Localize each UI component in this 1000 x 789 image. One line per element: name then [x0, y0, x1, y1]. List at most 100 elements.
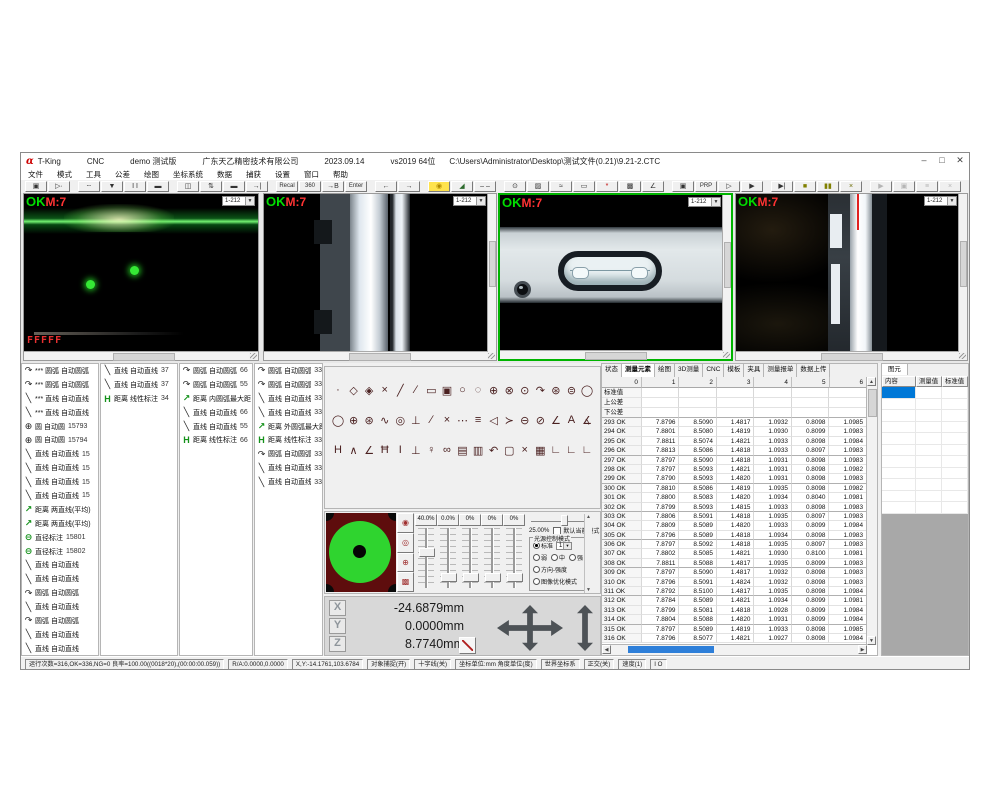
toolbar-button[interactable]: ▼ — [101, 181, 123, 192]
results-tab-数据上传[interactable]: 数据上传 — [797, 364, 830, 377]
light-slider[interactable]: 0.0% — [437, 514, 459, 593]
table-cell[interactable]: 7.8784 — [642, 596, 680, 605]
table-cell[interactable] — [792, 388, 830, 398]
table-cell[interactable]: 8.5093 — [679, 503, 717, 512]
feature-list-item[interactable]: ╲直线 自动直线37 — [101, 364, 177, 378]
table-cell[interactable]: 1.0981 — [829, 549, 867, 558]
table-cell[interactable]: 1.0932 — [754, 578, 792, 587]
table-cell[interactable]: 1.0933 — [754, 437, 792, 446]
toolbar-button[interactable]: ▣ — [672, 181, 694, 192]
measure-tool-icon[interactable]: ○ — [456, 384, 470, 397]
table-cell[interactable]: 1.0935 — [754, 587, 792, 596]
table-cell[interactable]: 1.4818 — [717, 531, 755, 540]
table-cell[interactable]: 0.8098 — [792, 578, 830, 587]
table-cell[interactable]: 7.8801 — [642, 427, 680, 436]
toolbar-button[interactable]: PRP — [695, 181, 717, 192]
toolbar-button[interactable]: × — [840, 181, 862, 192]
slider-thumb[interactable] — [507, 573, 523, 582]
feature-list-item[interactable]: ↗距离 外圆弧最大距 — [255, 420, 322, 434]
feature-list-item[interactable]: ╲直线 自动直线15 — [22, 461, 98, 475]
table-cell[interactable]: 6 — [830, 377, 868, 388]
measure-tool-icon[interactable]: ▣ — [440, 384, 454, 397]
element-row[interactable] — [882, 445, 968, 457]
standard-level-combo[interactable]: 1▼ — [556, 542, 572, 550]
toolbar-button[interactable]: ▨ — [527, 181, 549, 192]
table-cell[interactable]: 1.4821 — [717, 465, 755, 474]
feature-list-item[interactable]: ↗距离 两直线(平均) — [22, 517, 98, 531]
table-cell[interactable]: 297 OK — [602, 456, 642, 465]
table-cell[interactable]: 1.0931 — [754, 456, 792, 465]
table-cell[interactable] — [754, 408, 792, 418]
table-cell[interactable]: 0 — [602, 377, 642, 388]
scroll-left-icon[interactable]: ◀ — [602, 645, 611, 654]
measure-tool-icon[interactable]: × — [518, 444, 532, 457]
table-cell[interactable]: 0.8098 — [792, 484, 830, 493]
element-cell[interactable] — [916, 479, 942, 490]
table-cell[interactable]: 8.5077 — [679, 634, 717, 643]
table-cell[interactable]: 8.5081 — [679, 606, 717, 615]
measure-tool-icon[interactable]: ◯ — [331, 414, 345, 427]
measure-tool-icon[interactable]: ⊕ — [487, 384, 501, 397]
toolbar-button[interactable]: ▣ — [893, 181, 915, 192]
table-cell[interactable]: 1.4818 — [717, 606, 755, 615]
measure-tool-icon[interactable]: ∟ — [549, 444, 563, 457]
menu-item-数据[interactable]: 数据 — [210, 169, 239, 180]
element-cell[interactable] — [882, 445, 916, 456]
resize-grip-icon[interactable] — [487, 352, 496, 360]
table-cell[interactable]: 1.0984 — [829, 437, 867, 446]
table-cell[interactable]: 8.5089 — [679, 625, 717, 634]
element-cell[interactable] — [882, 502, 916, 513]
light-slider[interactable]: 0% — [481, 514, 503, 593]
camera-view-3-selected[interactable]: OKM:7 1-212▼ — [498, 193, 733, 361]
range-dropdown[interactable]: 1-212▼ — [222, 196, 255, 206]
table-cell[interactable] — [754, 398, 792, 408]
element-cell[interactable] — [942, 479, 968, 490]
toolbar-button[interactable]: * — [596, 181, 618, 192]
toolbar-button[interactable]: ▷ — [718, 181, 740, 192]
element-cell[interactable] — [942, 445, 968, 456]
table-cell[interactable]: 7.8797 — [642, 568, 680, 577]
toolbar-button[interactable]: ⊙ — [504, 181, 526, 192]
table-cell[interactable]: 1.4821 — [717, 549, 755, 558]
feature-list-item[interactable]: ⊖直径标注15801 — [22, 531, 98, 545]
table-cell[interactable]: 1.0931 — [754, 474, 792, 483]
measure-tool-icon[interactable]: × — [378, 384, 392, 397]
feature-list-item[interactable]: ↷圆弧 自动圆弧66 — [180, 364, 252, 378]
table-cell[interactable]: 1.0933 — [754, 503, 792, 512]
element-cell[interactable] — [882, 410, 916, 421]
element-cell[interactable] — [882, 479, 916, 490]
measure-tool-icon[interactable]: ▥ — [471, 444, 485, 457]
radio-standard[interactable] — [533, 542, 540, 549]
tab-element[interactable]: 图元 — [882, 364, 908, 375]
feature-list-item[interactable]: ╲直线 自动直线 — [22, 600, 98, 614]
table-cell[interactable]: 1.0983 — [829, 456, 867, 465]
element-cell[interactable] — [882, 491, 916, 502]
toolbar-button[interactable]: ≈ — [550, 181, 572, 192]
feature-list-item[interactable]: ╲直线 自动直线 — [22, 572, 98, 586]
radio-weak[interactable] — [533, 554, 540, 561]
table-cell[interactable]: 1.0983 — [829, 427, 867, 436]
table-cell[interactable]: 0.8098 — [792, 437, 830, 446]
element-row[interactable] — [882, 399, 968, 411]
measure-tool-icon[interactable]: A — [564, 414, 578, 427]
element-cell[interactable] — [882, 468, 916, 479]
table-cell[interactable]: 0.8099 — [792, 427, 830, 436]
table-cell[interactable]: 1.0930 — [754, 549, 792, 558]
table-cell[interactable]: 316 OK — [602, 634, 642, 643]
table-cell[interactable]: 8.5093 — [679, 474, 717, 483]
toolbar-button[interactable]: ▣ — [25, 181, 47, 192]
results-tab-绘图[interactable]: 绘图 — [655, 364, 675, 377]
results-tab-测量报单[interactable]: 测量报单 — [764, 364, 797, 377]
measure-tool-icon[interactable]: ↶ — [487, 444, 501, 457]
table-cell[interactable]: 1.4817 — [717, 559, 755, 568]
element-cell[interactable] — [916, 399, 942, 410]
table-cell[interactable]: 1.4820 — [717, 474, 755, 483]
table-cell[interactable] — [642, 398, 680, 408]
table-cell[interactable]: 1.0933 — [754, 446, 792, 455]
table-cell[interactable]: 304 OK — [602, 521, 642, 530]
measure-tool-icon[interactable]: ⊜ — [564, 384, 578, 397]
table-cell[interactable]: 8.5086 — [679, 446, 717, 455]
feature-list-item[interactable]: ╲直线 自动直线66 — [180, 406, 252, 420]
table-cell[interactable]: 3 — [717, 377, 755, 388]
vertical-scrollbar[interactable] — [958, 194, 967, 352]
